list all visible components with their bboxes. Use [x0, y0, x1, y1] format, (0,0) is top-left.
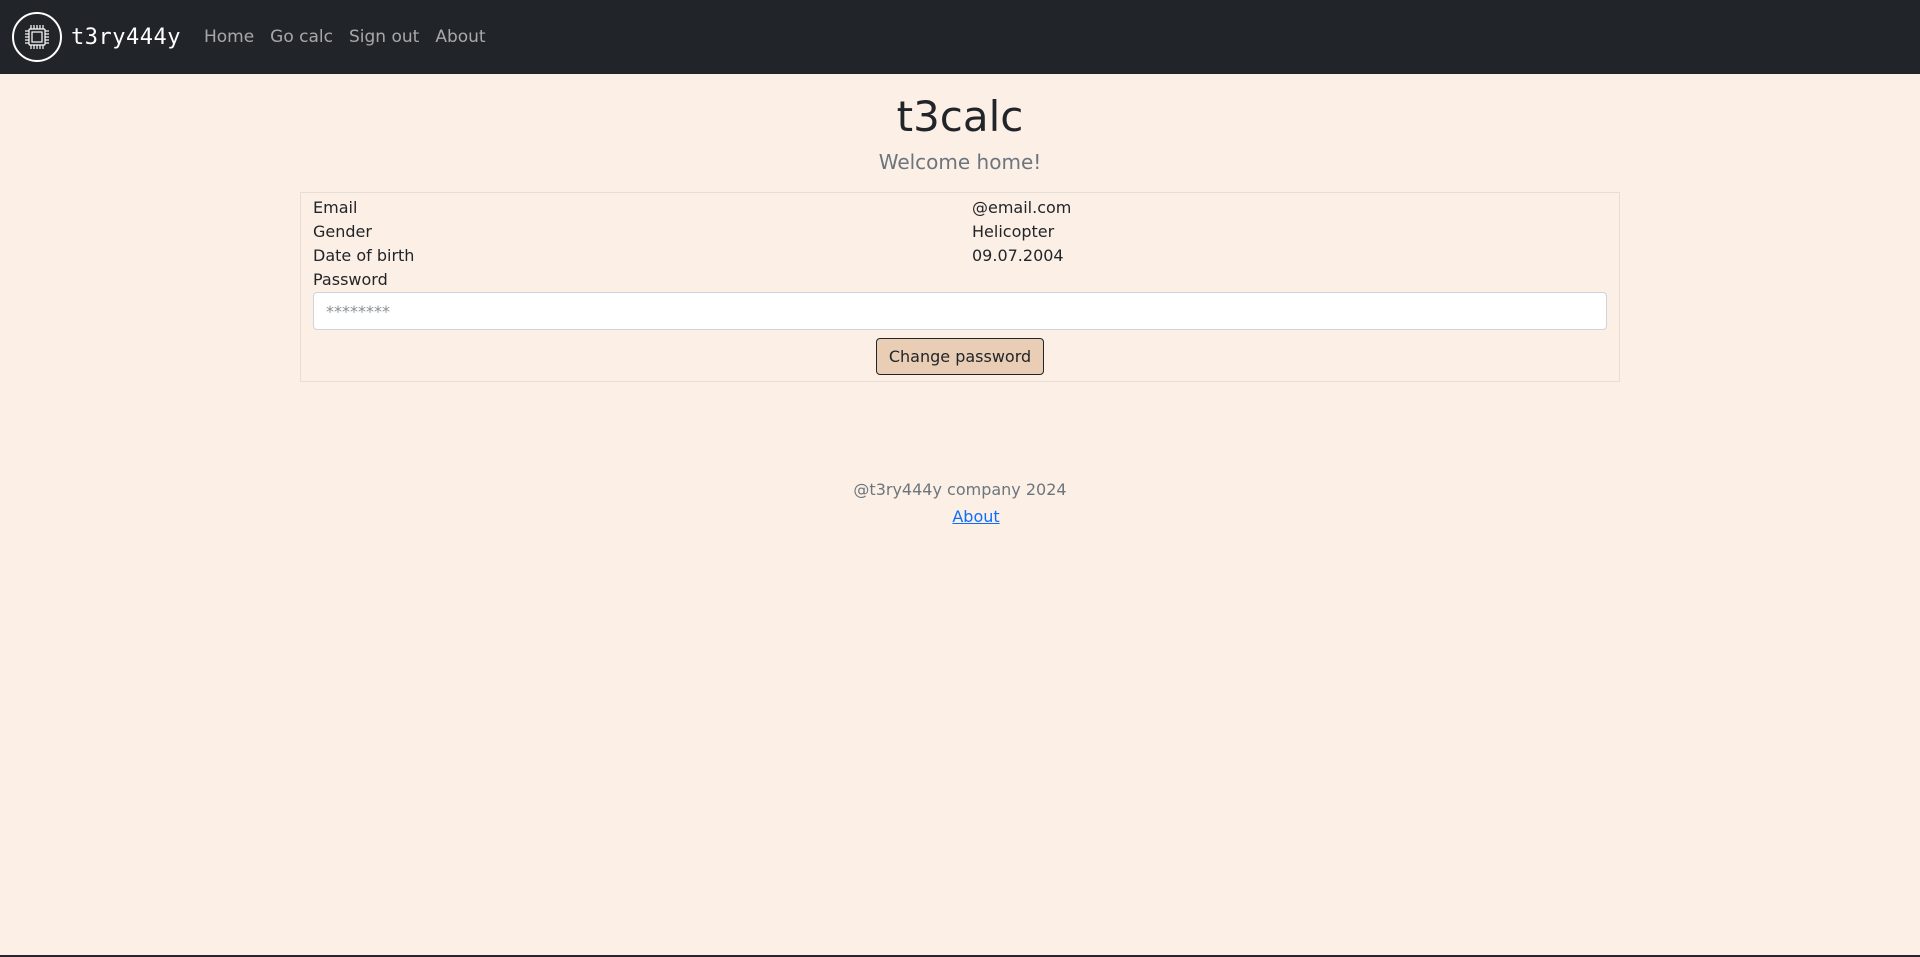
page-subtitle: Welcome home!: [878, 150, 1042, 175]
profile-row-dob: Date of birth 09.07.2004: [313, 244, 1607, 268]
profile-card: Email @email.com Gender Helicopter Date …: [300, 192, 1620, 382]
password-input[interactable]: [313, 292, 1607, 330]
dob-value: 09.07.2004: [972, 246, 1064, 265]
button-wrapper: Change password: [313, 338, 1607, 375]
brand[interactable]: t3ry444y: [12, 12, 181, 62]
password-label: Password: [313, 270, 388, 289]
nav-link-about[interactable]: About: [435, 27, 485, 47]
page-title: t3calc: [896, 92, 1024, 141]
profile-row-gender: Gender Helicopter: [313, 220, 1607, 244]
footer: @t3ry444y company 2024 About: [0, 480, 1920, 526]
gender-value: Helicopter: [972, 222, 1055, 241]
footer-about-link[interactable]: About: [952, 507, 999, 526]
email-value: @email.com: [972, 198, 1072, 217]
email-label: Email: [313, 198, 358, 217]
brand-name: t3ry444y: [71, 24, 181, 50]
chip-icon: [12, 12, 62, 62]
nav-link-home[interactable]: Home: [204, 27, 254, 47]
navbar: t3ry444y Home Go calc Sign out About: [0, 0, 1920, 74]
gender-label: Gender: [313, 222, 372, 241]
nav-link-sign-out[interactable]: Sign out: [349, 27, 419, 47]
nav-link-go-calc[interactable]: Go calc: [270, 27, 333, 47]
dob-label: Date of birth: [313, 246, 415, 265]
footer-copyright: @t3ry444y company 2024: [853, 480, 1067, 499]
profile-row-email: Email @email.com: [313, 196, 1607, 220]
change-password-button[interactable]: Change password: [875, 338, 1045, 375]
